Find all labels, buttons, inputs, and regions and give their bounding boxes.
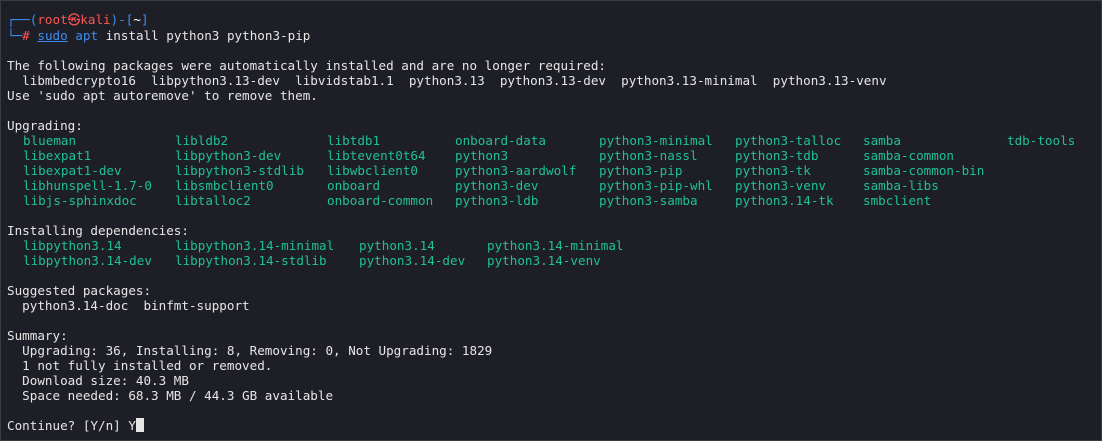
- package-name: libldb2: [175, 133, 229, 148]
- continue-prompt: Continue? [Y/n]: [7, 418, 129, 433]
- package-name: samba-common: [863, 148, 954, 163]
- prompt-user: root: [37, 12, 68, 27]
- package-name: libtalloc2: [175, 193, 251, 208]
- summary-line: Download size: 40.3 MB: [7, 373, 189, 388]
- package-name: python3-samba: [599, 193, 698, 208]
- prompt-frame-mid: )-[: [110, 12, 134, 27]
- package-name: python3-nassl: [599, 148, 698, 163]
- package-name: onboard-data: [455, 133, 546, 148]
- package-name: python3.14-dev: [359, 253, 466, 268]
- package-name: libpython3.14-minimal: [175, 238, 335, 253]
- package-name: tdb-tools: [1007, 133, 1076, 148]
- suggested-packages: python3.14-doc binfmt-support: [7, 298, 250, 313]
- package-name: libhunspell-1.7-0: [23, 178, 152, 193]
- package-name: blueman: [23, 133, 77, 148]
- package-name: libpython3.14-dev: [23, 253, 152, 268]
- package-name: libpython3.14-stdlib: [175, 253, 327, 268]
- package-name: libpython3-stdlib: [175, 163, 304, 178]
- package-name: python3-venv: [735, 178, 826, 193]
- command-sudo: sudo: [37, 28, 68, 43]
- package-name: libjs-sphinxdoc: [23, 193, 137, 208]
- deps-header: Installing dependencies:: [7, 223, 189, 238]
- package-name: python3-minimal: [599, 133, 713, 148]
- prompt-host: kali: [80, 12, 111, 27]
- prompt-at-icon: ㉿: [67, 12, 81, 27]
- package-name: python3.14-venv: [487, 253, 601, 268]
- package-name: python3-pip: [599, 163, 683, 178]
- autoremove-hint: Use 'sudo apt autoremove' to remove them…: [7, 88, 318, 103]
- suggested-header: Suggested packages:: [7, 283, 152, 298]
- upgrading-header: Upgrading:: [7, 118, 83, 133]
- package-name: python3-tk: [735, 163, 811, 178]
- auto-installed-packages: libmbedcrypto16 libpython3.13-dev libvid…: [7, 73, 887, 88]
- package-name: libwbclient0: [327, 163, 418, 178]
- package-name: samba: [863, 133, 901, 148]
- prompt-frame-open: ┌──(: [7, 12, 38, 27]
- package-name: onboard: [327, 178, 381, 193]
- package-name: python3: [455, 148, 509, 163]
- prompt-frame-bottom: └─: [7, 28, 23, 43]
- prompt-hash: #: [22, 28, 30, 43]
- package-name: python3-aardwolf: [455, 163, 577, 178]
- package-name: python3-pip-whl: [599, 178, 713, 193]
- summary-line: Upgrading: 36, Installing: 8, Removing: …: [7, 343, 493, 358]
- package-name: libtevent0t64: [327, 148, 426, 163]
- command-args: install python3 python3-pip: [105, 28, 311, 43]
- prompt-frame-close: ]: [140, 12, 149, 27]
- prompt-line-top: ┌──(root㉿kali)-[~]: [7, 12, 149, 27]
- package-name: libsmbclient0: [175, 178, 274, 193]
- package-name: onboard-common: [327, 193, 434, 208]
- package-name: samba-common-bin: [863, 163, 985, 178]
- prompt-path: ~: [133, 12, 141, 27]
- summary-line: 1 not fully installed or removed.: [7, 358, 273, 373]
- package-name: libpython3-dev: [175, 148, 282, 163]
- summary-line: Space needed: 68.3 MB / 44.3 GB availabl…: [7, 388, 334, 403]
- command-apt: apt: [75, 28, 99, 43]
- terminal-window[interactable]: ┌──(root㉿kali)-[~] └─# sudo apt install …: [0, 0, 1102, 441]
- cursor-icon: [135, 418, 144, 432]
- package-name: libexpat1: [23, 148, 92, 163]
- package-name: python3.14: [359, 238, 435, 253]
- package-name: python3.14-minimal: [487, 238, 624, 253]
- user-answer: Y: [128, 418, 136, 433]
- package-name: libpython3.14: [23, 238, 122, 253]
- package-name: python3-tdb: [735, 148, 819, 163]
- package-name: python3.14-tk: [735, 193, 834, 208]
- package-name: smbclient: [863, 193, 932, 208]
- package-name: libexpat1-dev: [23, 163, 122, 178]
- summary-header: Summary:: [7, 328, 68, 343]
- package-name: python3-ldb: [455, 193, 539, 208]
- command-line: └─# sudo apt install python3 python3-pip: [7, 28, 310, 43]
- package-name: libtdb1: [327, 133, 381, 148]
- package-name: python3-dev: [455, 178, 539, 193]
- auto-installed-header: The following packages were automaticall…: [7, 58, 606, 73]
- continue-line[interactable]: Continue? [Y/n] Y: [7, 418, 144, 433]
- package-name: samba-libs: [863, 178, 939, 193]
- package-name: python3-talloc: [735, 133, 842, 148]
